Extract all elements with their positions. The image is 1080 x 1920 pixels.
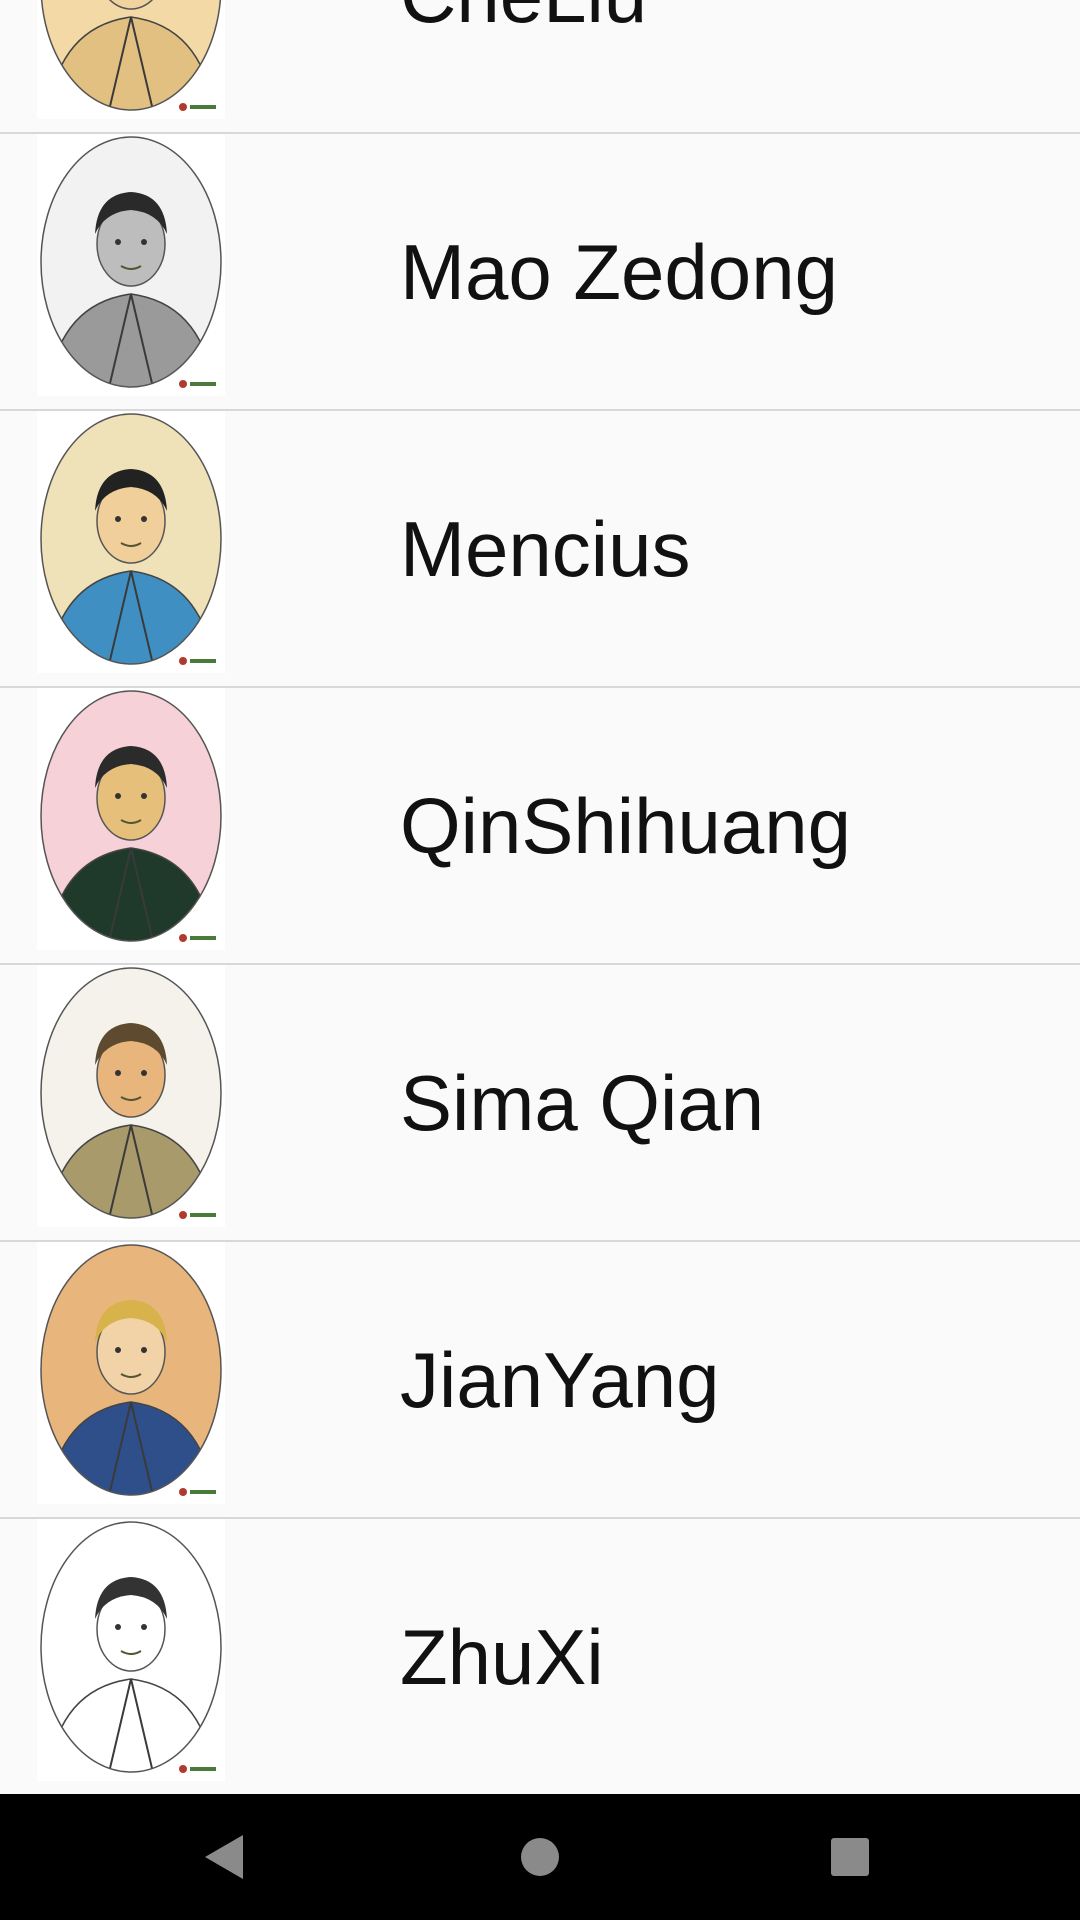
figure-list[interactable]: CheLiu Mao Zedong Mencius QinShihuang Si… (0, 0, 1080, 1794)
figure-name: ZhuXi (400, 1613, 604, 1701)
watermark-text-mark (190, 382, 216, 386)
list-item[interactable]: Mao Zedong (0, 134, 1080, 411)
figure-name: QinShihuang (400, 782, 852, 870)
portrait-zhuxi-icon (40, 1521, 222, 1773)
portrait-qinshihuang-icon (40, 690, 222, 942)
watermark-seal-icon (179, 380, 187, 388)
watermark-seal-icon (179, 657, 187, 665)
recents-button[interactable] (815, 1822, 885, 1892)
portrait-jianyang-icon (40, 1244, 222, 1496)
watermark-text-mark (190, 105, 216, 109)
back-button[interactable] (190, 1822, 260, 1892)
portrait-thumbnail (37, 1242, 225, 1504)
home-icon (521, 1838, 559, 1876)
watermark-text-mark (190, 1213, 216, 1217)
home-button[interactable] (505, 1822, 575, 1892)
list-item[interactable]: JianYang (0, 1242, 1080, 1519)
figure-name: Mencius (400, 505, 691, 593)
portrait-thumbnail (37, 411, 225, 673)
watermark-text-mark (190, 659, 216, 663)
watermark-text-mark (190, 936, 216, 940)
portrait-thumbnail (37, 965, 225, 1227)
watermark-seal-icon (179, 103, 187, 111)
watermark-seal-icon (179, 1211, 187, 1219)
navigation-bar (0, 1794, 1080, 1920)
portrait-mencius-icon (40, 413, 222, 665)
watermark-text-mark (190, 1767, 216, 1771)
portrait-cheliu-icon (40, 0, 222, 111)
portrait-thumbnail (37, 0, 225, 119)
list-item[interactable]: CheLiu (0, 0, 1080, 134)
portrait-sima-qian-icon (40, 967, 222, 1219)
list-item[interactable]: ZhuXi (0, 1519, 1080, 1794)
watermark-seal-icon (179, 1488, 187, 1496)
figure-name: Sima Qian (400, 1059, 765, 1147)
portrait-mao-zedong-icon (40, 136, 222, 388)
recents-icon (831, 1838, 869, 1876)
watermark-text-mark (190, 1490, 216, 1494)
portrait-thumbnail (37, 134, 225, 396)
portrait-thumbnail (37, 688, 225, 950)
figure-list-content: CheLiu Mao Zedong Mencius QinShihuang Si… (0, 0, 1080, 1794)
list-item[interactable]: QinShihuang (0, 688, 1080, 965)
figure-name: Mao Zedong (400, 228, 838, 316)
figure-name: JianYang (400, 1336, 720, 1424)
back-icon (205, 1835, 243, 1879)
watermark-seal-icon (179, 1765, 187, 1773)
figure-name: CheLiu (400, 0, 647, 134)
watermark-seal-icon (179, 934, 187, 942)
list-item[interactable]: Sima Qian (0, 965, 1080, 1242)
list-item[interactable]: Mencius (0, 411, 1080, 688)
portrait-thumbnail (37, 1519, 225, 1781)
